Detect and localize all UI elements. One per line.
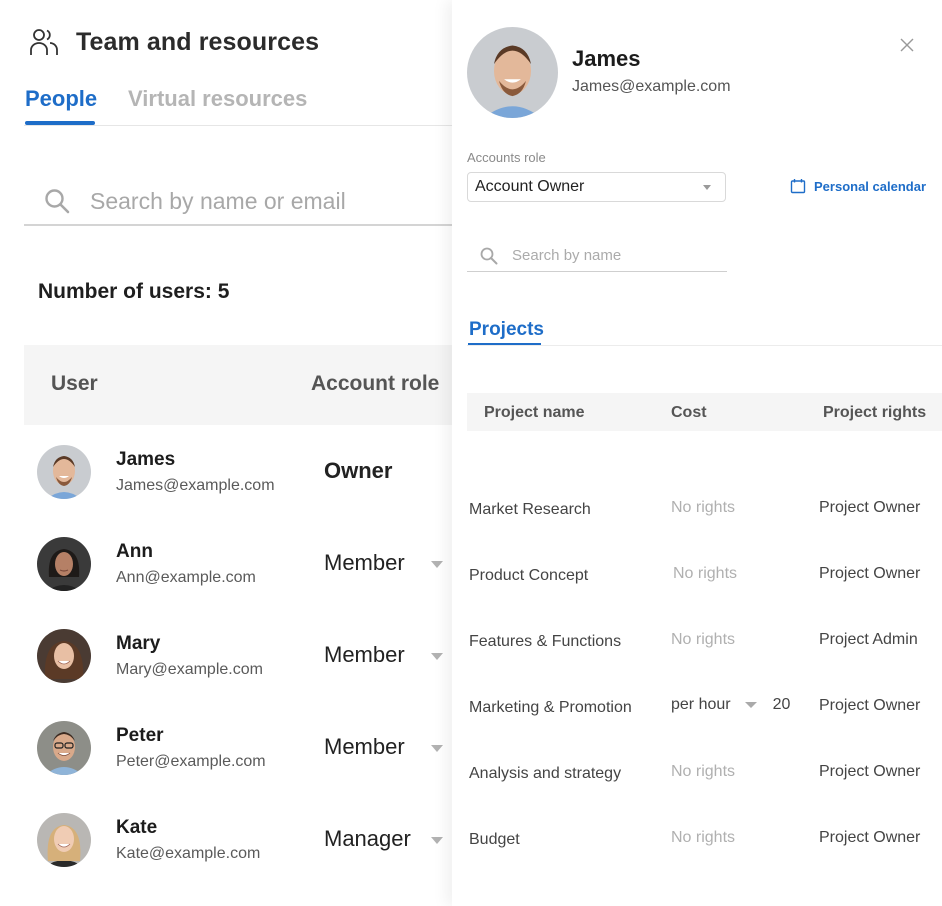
page-header: Team and resources	[28, 26, 319, 58]
user-row-james[interactable]: James James@example.com Owner	[24, 445, 470, 537]
close-icon[interactable]	[899, 37, 915, 53]
project-row: Market Research No rights Project Owner	[467, 493, 942, 533]
user-name: James	[116, 449, 176, 470]
user-search	[24, 178, 470, 226]
cost-amount-input[interactable]: 20	[773, 696, 791, 714]
project-name: Market Research	[469, 501, 591, 518]
project-row: Analysis and strategy No rights Project …	[467, 757, 942, 797]
user-count: Number of users: 5	[38, 280, 230, 303]
panel-tab-bar: Projects	[467, 316, 942, 346]
project-rights[interactable]: Project Owner	[819, 499, 920, 517]
chevron-down-icon[interactable]	[744, 702, 757, 708]
project-cost: No rights	[671, 829, 736, 846]
user-row-ann[interactable]: Ann Ann@example.com Member	[24, 537, 470, 629]
user-role-select[interactable]: Member	[324, 550, 405, 576]
project-cost: No rights	[673, 565, 738, 582]
tab-projects[interactable]: Projects	[469, 319, 544, 341]
project-row: Marketing & Promotion per hour 20 Projec…	[467, 691, 942, 731]
project-row: Features & Functions No rights Project A…	[467, 625, 942, 665]
user-role-select[interactable]: Manager	[324, 826, 411, 852]
user-email: Peter@example.com	[116, 753, 266, 770]
project-rights[interactable]: Project Owner	[819, 829, 920, 847]
active-tab-indicator	[25, 121, 95, 125]
chevron-down-icon[interactable]	[431, 561, 443, 568]
page-title: Team and resources	[76, 27, 320, 56]
accounts-role-value: Account Owner	[475, 178, 585, 195]
project-search-input[interactable]	[512, 247, 712, 264]
team-main-area: Team and resources People Virtual resour…	[0, 0, 470, 906]
personal-calendar-link[interactable]: Personal calendar	[790, 178, 926, 194]
chevron-down-icon[interactable]	[431, 745, 443, 752]
project-search	[467, 240, 727, 272]
project-row: Budget No rights Project Owner	[467, 823, 942, 863]
team-icon	[30, 29, 58, 55]
project-name: Marketing & Promotion	[469, 699, 632, 716]
user-name: Ann	[116, 541, 153, 562]
chevron-down-icon	[703, 185, 711, 190]
project-row: Product Concept No rights Project Owner	[467, 559, 942, 599]
project-cost-editor: per hour 20	[671, 696, 790, 714]
project-rights[interactable]: Project Owner	[819, 763, 920, 781]
project-name: Analysis and strategy	[469, 765, 622, 782]
calendar-icon	[790, 179, 806, 194]
column-header-cost: Cost	[671, 404, 707, 421]
avatar	[37, 537, 91, 591]
panel-user-name: James	[572, 46, 641, 71]
personal-calendar-label: Personal calendar	[814, 178, 926, 194]
project-rights[interactable]: Project Owner	[819, 565, 920, 583]
user-email: Mary@example.com	[116, 661, 263, 678]
tab-virtual-resources[interactable]: Virtual resources	[128, 86, 307, 112]
active-tab-indicator	[468, 343, 541, 345]
avatar	[37, 813, 91, 867]
project-cost: No rights	[671, 763, 736, 780]
project-rights[interactable]: Project Owner	[819, 697, 920, 715]
avatar	[467, 27, 558, 118]
column-header-project-name: Project name	[484, 404, 585, 421]
user-email: James@example.com	[116, 477, 275, 494]
tab-bar: People Virtual resources	[24, 84, 470, 126]
project-name: Product Concept	[469, 567, 589, 584]
column-header-project-rights: Project rights	[823, 404, 927, 421]
projects-table-header: Project name Cost Project rights	[467, 393, 942, 431]
avatar	[37, 629, 91, 683]
user-name: Kate	[116, 817, 158, 838]
user-role-select[interactable]: Member	[324, 642, 405, 668]
avatar	[37, 445, 91, 499]
user-role: Owner	[324, 458, 393, 483]
column-header-user: User	[51, 372, 98, 395]
user-name: Peter	[116, 725, 164, 746]
project-name: Features & Functions	[469, 633, 622, 650]
user-email: Kate@example.com	[116, 845, 261, 862]
user-email: Ann@example.com	[116, 569, 256, 586]
search-icon	[480, 247, 498, 264]
user-row-kate[interactable]: Kate Kate@example.com Manager	[24, 813, 470, 905]
panel-user-email: James@example.com	[572, 78, 731, 95]
users-table-header: User Account role	[24, 345, 470, 425]
user-search-input[interactable]	[90, 187, 430, 215]
user-detail-panel: James James@example.com Accounts role Ac…	[452, 0, 942, 906]
chevron-down-icon[interactable]	[431, 837, 443, 844]
user-row-peter[interactable]: Peter Peter@example.com Member	[24, 721, 470, 813]
search-icon	[45, 189, 70, 214]
user-role-select[interactable]: Member	[324, 734, 405, 760]
avatar	[37, 721, 91, 775]
accounts-role-label: Accounts role	[467, 150, 546, 165]
project-name: Budget	[469, 831, 520, 848]
project-cost: No rights	[671, 499, 736, 516]
cost-unit-select[interactable]: per hour	[671, 696, 731, 714]
column-header-account-role: Account role	[311, 372, 440, 395]
project-cost: No rights	[671, 631, 736, 648]
chevron-down-icon[interactable]	[431, 653, 443, 660]
user-name: Mary	[116, 633, 161, 654]
accounts-role-select[interactable]: Account Owner	[467, 172, 726, 202]
tab-people[interactable]: People	[25, 86, 97, 112]
user-row-mary[interactable]: Mary Mary@example.com Member	[24, 629, 470, 721]
project-rights[interactable]: Project Admin	[819, 631, 918, 649]
